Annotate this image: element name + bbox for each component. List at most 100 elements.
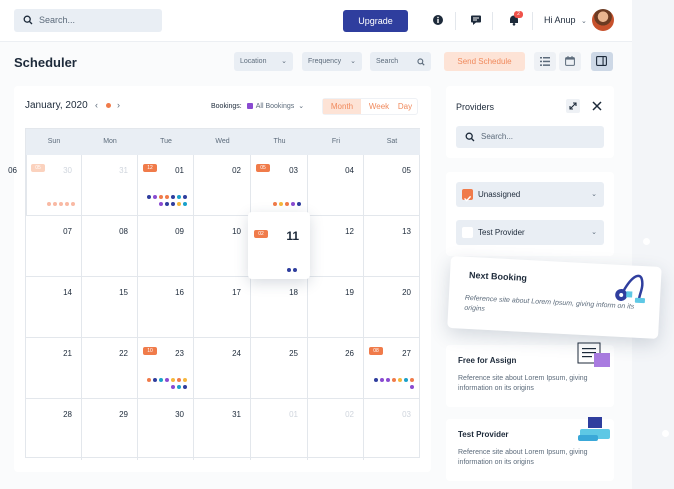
calendar-day-cell[interactable]: 05: [364, 155, 420, 216]
avatar[interactable]: [592, 9, 614, 31]
calendar-view-button[interactable]: [559, 52, 581, 71]
calendar-day-cell[interactable]: 03 05: [251, 155, 308, 216]
checkbox-checked[interactable]: [462, 189, 473, 202]
user-menu[interactable]: Hi Anup ⌄: [544, 15, 587, 25]
location-filter[interactable]: Location ⌄: [234, 52, 293, 71]
day-number: 28: [63, 410, 72, 419]
booking-dot: [297, 202, 301, 206]
booking-dot: [398, 378, 402, 382]
calendar-day-cell[interactable]: 30 05: [26, 155, 82, 216]
upgrade-button[interactable]: Upgrade: [343, 10, 408, 32]
search-icon: [465, 132, 475, 142]
calendar-day-cell[interactable]: 23 10: [138, 338, 194, 399]
booking-dots: [147, 195, 189, 209]
booking-dot: [165, 195, 169, 199]
providers-search-placeholder: Search...: [481, 132, 514, 141]
calendar-day-cell[interactable]: 16: [138, 277, 194, 338]
calendar-day-cell[interactable]: 24: [194, 338, 251, 399]
provider-item-test-provider[interactable]: Test Provider ⌄: [456, 220, 604, 245]
tab-month[interactable]: Month: [323, 99, 361, 114]
test-provider-card[interactable]: Test Provider Reference site about Lorem…: [446, 417, 614, 481]
chevron-left-icon[interactable]: ‹: [95, 100, 98, 110]
booking-dot: [159, 378, 163, 382]
day-number: 17: [232, 288, 241, 297]
booking-dot: [153, 195, 157, 199]
booking-dot: [287, 268, 291, 272]
calendar-day-cell[interactable]: 30: [138, 399, 194, 460]
day-number: 20: [402, 288, 411, 297]
send-schedule-button[interactable]: Send Schedule: [444, 52, 525, 71]
calendar-day-cell[interactable]: 15: [82, 277, 138, 338]
calendar-day-cell[interactable]: 29: [82, 399, 138, 460]
weekday-header: Wed: [194, 129, 251, 155]
schedule-search-input[interactable]: Search: [370, 52, 431, 71]
calendar-day-cell[interactable]: 28: [26, 399, 82, 460]
booking-dot: [159, 195, 163, 199]
expand-icon[interactable]: [566, 99, 580, 113]
today-dot-icon[interactable]: [106, 103, 111, 108]
location-filter-label: Location: [240, 58, 267, 65]
calendar-day-cell[interactable]: 13: [364, 216, 420, 277]
list-view-button[interactable]: [534, 52, 556, 71]
calendar-day-cell[interactable]: 12: [308, 216, 364, 277]
calendar-day-cell[interactable]: 06: [8, 155, 27, 216]
calendar-day-cell[interactable]: 01 12: [138, 155, 194, 216]
tab-week[interactable]: Week: [367, 99, 391, 114]
close-icon[interactable]: [591, 100, 603, 112]
calendar-day-cell[interactable]: 19: [308, 277, 364, 338]
provider-item-unassigned[interactable]: Unassigned ⌄: [456, 182, 604, 207]
calendar-day-cell[interactable]: 02: [308, 399, 364, 460]
bookings-label: Bookings:: [211, 103, 242, 110]
global-search-input[interactable]: Search...: [14, 9, 162, 32]
chevron-down-icon: ⌄: [350, 58, 356, 65]
free-for-assign-card[interactable]: Free for Assign Reference site about Lor…: [446, 342, 614, 407]
bookings-filter[interactable]: Bookings: All Bookings ⌄: [211, 102, 304, 110]
next-booking-card[interactable]: Next Booking Reference site about Lorem …: [447, 256, 662, 339]
calendar-day-cell[interactable]: 21: [26, 338, 82, 399]
checkbox-unchecked[interactable]: [462, 227, 473, 238]
calendar-day-cell[interactable]: 09: [138, 216, 194, 277]
calendar-day-cell[interactable]: 17: [194, 277, 251, 338]
day-number: 19: [345, 288, 354, 297]
calendar-day-cell[interactable]: 18: [251, 277, 308, 338]
tab-day[interactable]: Day: [393, 99, 417, 114]
calendar-day-cell[interactable]: 08: [82, 216, 138, 277]
calendar-day-cell[interactable]: 04: [308, 155, 364, 216]
calendar-day-cell[interactable]: 10: [194, 216, 251, 277]
decorative-dot: [662, 430, 669, 437]
calendar-day-cell[interactable]: 01: [251, 399, 308, 460]
frequency-filter[interactable]: Frequency ⌄: [302, 52, 362, 71]
calendar-day-cell[interactable]: 31: [82, 155, 138, 216]
calendar-day-cell[interactable]: 27 08: [364, 338, 420, 399]
notification-button[interactable]: 2: [508, 11, 524, 27]
selected-day-card[interactable]: 02 11: [248, 212, 310, 279]
day-number: 01: [289, 410, 298, 419]
day-number: 13: [402, 227, 411, 236]
booking-dot: [285, 202, 289, 206]
providers-search-input[interactable]: Search...: [456, 126, 604, 148]
page-title: Scheduler: [14, 55, 77, 70]
calendar-day-cell[interactable]: 22: [82, 338, 138, 399]
sidebar-toggle-button[interactable]: [591, 52, 613, 71]
booking-dot: [53, 202, 57, 206]
day-number: 23: [175, 349, 184, 358]
decorative-dot: [643, 238, 650, 245]
calendar-day-cell[interactable]: 25: [251, 338, 308, 399]
calendar-day-cell[interactable]: 31: [194, 399, 251, 460]
calendar-day-cell[interactable]: 14: [26, 277, 82, 338]
booking-dot: [171, 378, 175, 382]
calendar-day-cell[interactable]: 02: [194, 155, 251, 216]
calendar-day-cell[interactable]: 20: [364, 277, 420, 338]
booking-dot: [273, 202, 277, 206]
calendar-day-cell[interactable]: 26: [308, 338, 364, 399]
booking-dot: [165, 378, 169, 382]
chevron-right-icon[interactable]: ›: [117, 100, 120, 110]
test-provider-description: Reference site about Lorem Ipsum, giving…: [458, 449, 588, 466]
info-icon[interactable]: [432, 14, 444, 26]
calendar-grid: Sun Mon Tue Wed Thu Fri Sat 30 05 31 01 12 02 03 05 04 0…: [8, 128, 420, 460]
day-number: 18: [289, 288, 298, 297]
calendar-day-cell[interactable]: 07: [26, 216, 82, 277]
weekday-header: Fri: [308, 129, 364, 155]
calendar-day-cell[interactable]: 03: [364, 399, 420, 460]
chat-icon[interactable]: [470, 14, 482, 26]
